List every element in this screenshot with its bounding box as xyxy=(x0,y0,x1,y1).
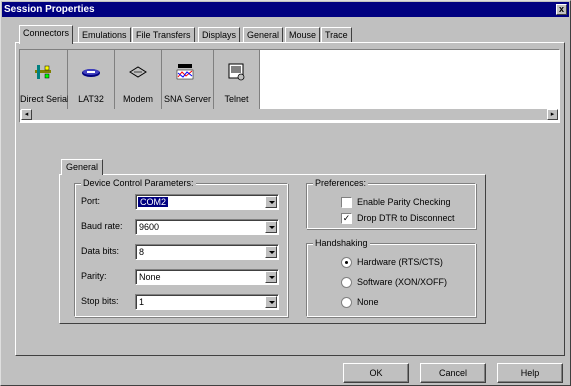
close-button[interactable]: x xyxy=(556,4,567,15)
connector-label: Direct Serial xyxy=(20,94,70,104)
data-bits-value: 8 xyxy=(139,247,145,257)
connector-label: Telnet xyxy=(224,94,249,104)
hardware-label: Hardware (RTS/CTS) xyxy=(357,257,443,267)
port-select[interactable]: COM2 xyxy=(135,194,279,210)
parity-label: Parity: xyxy=(81,271,107,281)
chevron-down-icon[interactable] xyxy=(265,221,277,233)
port-label: Port: xyxy=(81,196,101,206)
parity-select[interactable]: None xyxy=(135,269,279,285)
checkmark-icon: ✓ xyxy=(342,213,351,223)
modem-icon xyxy=(129,66,147,78)
data-bits-select[interactable]: 8 xyxy=(135,244,279,260)
connector-scrollbar[interactable]: ◂ ▸ xyxy=(21,109,558,120)
tab-inner-general[interactable]: General xyxy=(61,159,104,175)
data-bits-row: Data bits: 8 xyxy=(81,244,281,260)
drop-dtr-label: Drop DTR to Disconnect xyxy=(357,213,455,223)
software-label: Software (XON/XOFF) xyxy=(357,277,448,287)
tab-emulations[interactable]: Emulations xyxy=(78,27,131,43)
arrow-left-icon: ◂ xyxy=(24,111,29,118)
baud-rate-row: Baud rate: 9600 xyxy=(81,219,281,235)
session-properties-window: Session Properties x Connectors Emulatio… xyxy=(0,0,571,386)
sna-server-icon xyxy=(176,64,194,80)
chevron-down-icon[interactable] xyxy=(265,296,277,308)
drop-dtr-checkbox[interactable]: ✓ xyxy=(341,213,352,224)
connector-label: LAT32 xyxy=(78,94,104,104)
tab-file-transfers[interactable]: File Transfers xyxy=(132,27,195,43)
enable-parity-checkbox[interactable] xyxy=(341,197,352,208)
close-icon: x xyxy=(558,4,564,14)
help-button[interactable]: Help xyxy=(497,363,563,383)
enable-parity-label: Enable Parity Checking xyxy=(357,197,451,207)
tab-general[interactable]: General xyxy=(243,27,284,43)
device-control-group: Device Control Parameters: Port: COM2 Ba… xyxy=(74,178,288,317)
tab-connectors[interactable]: Connectors xyxy=(19,25,74,44)
chevron-down-icon[interactable] xyxy=(265,246,277,258)
general-settings-panel: Device Control Parameters: Port: COM2 Ba… xyxy=(59,174,486,324)
chevron-down-icon[interactable] xyxy=(265,271,277,283)
none-radio[interactable] xyxy=(341,297,352,308)
connector-label: Modem xyxy=(122,94,153,104)
connector-lat32[interactable]: LAT32 xyxy=(68,50,115,110)
connector-list[interactable]: Direct Serial LAT32 Modem SNA Server Tel… xyxy=(19,49,560,123)
tab-displays[interactable]: Displays xyxy=(198,27,241,43)
stop-bits-row: Stop bits: 1 xyxy=(81,294,281,310)
preferences-title: Preferences: xyxy=(313,178,369,189)
scroll-left-button[interactable]: ◂ xyxy=(21,109,32,120)
connector-direct-serial[interactable]: Direct Serial xyxy=(20,50,70,110)
parity-row: Parity: None xyxy=(81,269,281,285)
window-title: Session Properties xyxy=(4,4,95,15)
connector-sna-server[interactable]: SNA Server xyxy=(162,50,214,110)
preferences-group: Preferences: Enable Parity Checking ✓ Dr… xyxy=(306,178,476,229)
none-label: None xyxy=(357,297,379,307)
ok-button[interactable]: OK xyxy=(343,363,409,383)
connector-telnet[interactable]: Telnet xyxy=(214,50,260,110)
parity-value: None xyxy=(139,272,161,282)
chevron-down-icon[interactable] xyxy=(265,196,277,208)
baud-rate-select[interactable]: 9600 xyxy=(135,219,279,235)
software-radio[interactable] xyxy=(341,277,352,288)
cancel-button[interactable]: Cancel xyxy=(420,363,486,383)
baud-rate-label: Baud rate: xyxy=(81,221,123,231)
tab-mouse[interactable]: Mouse xyxy=(285,27,321,43)
tab-trace[interactable]: Trace xyxy=(321,27,352,43)
arrow-right-icon: ▸ xyxy=(550,111,555,118)
telnet-icon xyxy=(228,63,245,81)
lat-icon xyxy=(82,69,100,77)
data-bits-label: Data bits: xyxy=(81,246,120,256)
connector-label: SNA Server xyxy=(163,94,212,104)
baud-rate-value: 9600 xyxy=(139,222,160,232)
hardware-radio[interactable] xyxy=(341,257,352,268)
handshaking-title: Handshaking xyxy=(313,238,370,249)
stop-bits-select[interactable]: 1 xyxy=(135,294,279,310)
serial-cable-icon xyxy=(35,65,51,79)
scroll-right-button[interactable]: ▸ xyxy=(547,109,558,120)
stop-bits-label: Stop bits: xyxy=(81,296,119,306)
handshaking-group: Handshaking Hardware (RTS/CTS) Software … xyxy=(306,238,476,317)
connector-modem[interactable]: Modem xyxy=(115,50,162,110)
port-value: COM2 xyxy=(138,197,169,207)
port-row: Port: COM2 xyxy=(81,194,281,210)
device-control-title: Device Control Parameters: xyxy=(81,178,196,189)
stop-bits-value: 1 xyxy=(139,297,145,307)
title-bar: Session Properties x xyxy=(2,2,569,17)
